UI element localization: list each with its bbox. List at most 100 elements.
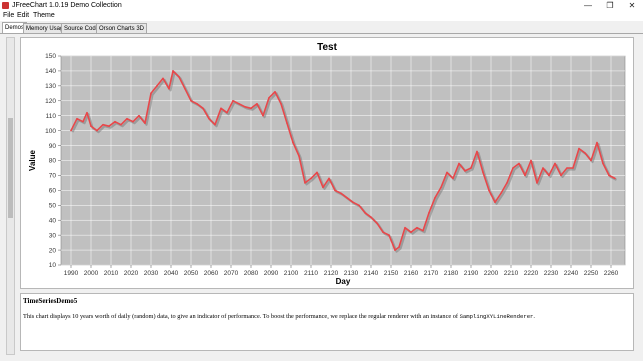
data-point bbox=[518, 162, 520, 165]
data-point bbox=[238, 103, 240, 105]
data-point bbox=[184, 88, 186, 90]
data-point bbox=[82, 120, 84, 123]
data-point bbox=[410, 231, 412, 233]
menu-bar: File Edit Theme bbox=[0, 11, 643, 21]
data-point bbox=[494, 201, 496, 204]
data-point bbox=[428, 212, 430, 214]
data-point bbox=[120, 123, 122, 126]
data-point bbox=[584, 152, 586, 154]
x-tick-label: 2170 bbox=[424, 270, 439, 277]
data-point bbox=[614, 177, 616, 180]
y-axis-label: Value bbox=[28, 150, 37, 171]
x-tick-label: 2030 bbox=[144, 270, 159, 277]
x-tick-label: 2140 bbox=[364, 270, 379, 277]
tab-orson-charts-3d[interactable]: Orson Charts 3D bbox=[96, 23, 148, 33]
y-tick-label: 60 bbox=[49, 188, 57, 195]
x-tick-label: 2190 bbox=[464, 270, 479, 277]
x-tick-label: 2180 bbox=[444, 270, 459, 277]
x-tick-label: 2020 bbox=[124, 270, 139, 277]
data-point bbox=[132, 120, 134, 123]
maximize-button[interactable]: ❐ bbox=[599, 0, 621, 11]
window-title: JFreeChart 1.0.19 Demo Collection bbox=[12, 2, 122, 9]
data-point bbox=[376, 222, 378, 224]
data-point bbox=[602, 162, 604, 165]
data-point bbox=[226, 111, 228, 114]
title-bar: JFreeChart 1.0.19 Demo Collection — ❐ ✕ bbox=[0, 0, 643, 11]
menu-file[interactable]: File bbox=[3, 11, 14, 21]
y-tick-label: 70 bbox=[49, 173, 57, 180]
data-point bbox=[150, 92, 152, 95]
data-point bbox=[394, 249, 396, 251]
y-tick-label: 100 bbox=[45, 128, 56, 135]
data-point bbox=[512, 167, 514, 169]
x-tick-label: 2090 bbox=[264, 270, 279, 277]
data-point bbox=[156, 85, 158, 87]
x-tick-label: 2160 bbox=[404, 270, 419, 277]
x-tick-label: 2050 bbox=[184, 270, 199, 277]
x-tick-label: 2080 bbox=[244, 270, 259, 277]
y-tick-label: 40 bbox=[49, 217, 57, 224]
data-point bbox=[352, 201, 354, 204]
data-point bbox=[434, 197, 436, 199]
data-point bbox=[416, 226, 418, 229]
x-tick-label: 2240 bbox=[564, 270, 579, 277]
y-tick-label: 120 bbox=[45, 98, 56, 105]
y-tick-label: 150 bbox=[45, 53, 56, 60]
data-point bbox=[190, 100, 192, 102]
menu-theme[interactable]: Theme bbox=[33, 11, 55, 21]
data-point bbox=[370, 216, 372, 218]
data-point bbox=[292, 141, 294, 144]
data-point bbox=[322, 186, 324, 189]
data-point bbox=[268, 97, 270, 99]
y-tick-label: 10 bbox=[49, 262, 57, 269]
chart-panel: Test 10 20 30 40 50 60 70 80 90 100 110 120 130 140 15… bbox=[20, 37, 634, 289]
x-axis-ticks: 1990 2000 2010 2020 2030 2040 2050 2060 2070 2080… bbox=[64, 265, 619, 277]
data-point bbox=[298, 155, 300, 157]
data-point bbox=[178, 76, 180, 78]
x-tick-label: 2070 bbox=[224, 270, 239, 277]
scrollbar-thumb[interactable] bbox=[8, 118, 13, 218]
data-point bbox=[482, 171, 484, 174]
chart-title: Test bbox=[317, 42, 337, 53]
x-tick-label: 2120 bbox=[324, 270, 339, 277]
data-point bbox=[274, 91, 276, 93]
close-button[interactable]: ✕ bbox=[621, 0, 643, 11]
x-tick-label: 2150 bbox=[384, 270, 399, 277]
y-tick-label: 30 bbox=[49, 232, 57, 239]
data-point bbox=[304, 182, 306, 184]
y-tick-label: 140 bbox=[45, 68, 56, 75]
x-axis-label: Day bbox=[336, 277, 351, 286]
data-point bbox=[208, 117, 210, 120]
data-point bbox=[398, 246, 400, 248]
data-point bbox=[114, 120, 116, 123]
x-tick-label: 2210 bbox=[504, 270, 519, 277]
data-point bbox=[96, 129, 98, 132]
data-point bbox=[572, 167, 574, 169]
x-tick-label: 1990 bbox=[64, 270, 79, 277]
data-point bbox=[196, 103, 198, 105]
data-point bbox=[452, 177, 454, 180]
demo-tree-scrollbar[interactable] bbox=[6, 37, 15, 355]
data-point bbox=[548, 174, 550, 177]
menu-edit[interactable]: Edit bbox=[17, 11, 29, 21]
y-tick-label: 20 bbox=[49, 247, 57, 254]
x-tick-label: 2130 bbox=[344, 270, 359, 277]
x-tick-label: 2230 bbox=[544, 270, 559, 277]
data-point bbox=[126, 117, 128, 120]
minimize-button[interactable]: — bbox=[577, 0, 599, 11]
data-point bbox=[524, 174, 526, 177]
description-text: This chart displays 10 years worth of da… bbox=[23, 313, 460, 320]
y-tick-label: 110 bbox=[46, 113, 57, 120]
x-tick-label: 2250 bbox=[584, 270, 599, 277]
data-point bbox=[446, 171, 448, 174]
data-point bbox=[470, 167, 472, 169]
data-point bbox=[596, 141, 598, 144]
data-point bbox=[108, 125, 110, 127]
description-code: SamplingXYLineRenderer bbox=[459, 313, 534, 320]
data-point bbox=[214, 123, 216, 126]
data-point bbox=[220, 107, 222, 110]
data-point bbox=[202, 107, 204, 110]
description-text-end: . bbox=[533, 313, 535, 320]
data-point bbox=[346, 197, 348, 199]
data-point bbox=[172, 70, 174, 72]
